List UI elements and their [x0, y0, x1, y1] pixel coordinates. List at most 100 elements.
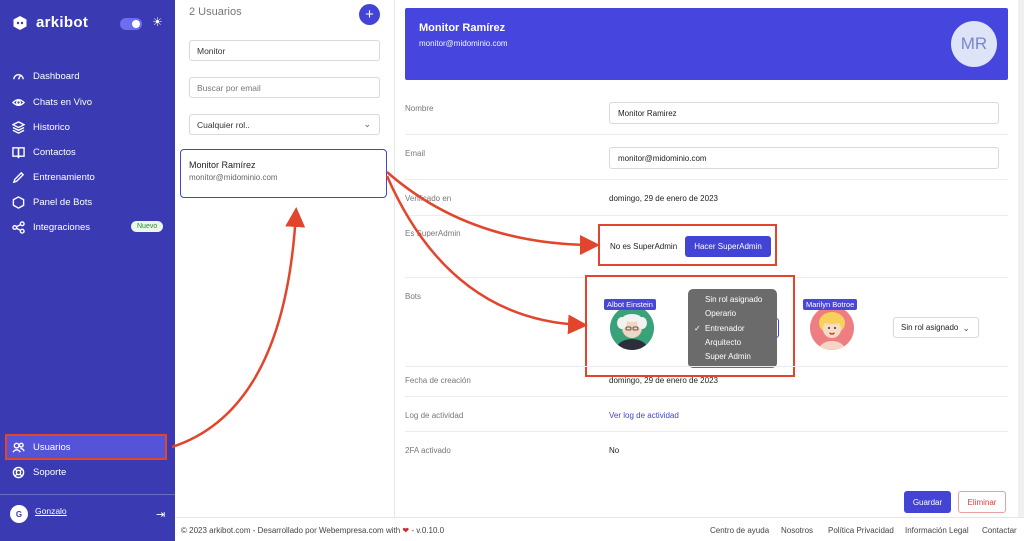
role-option[interactable]: Operario	[688, 307, 777, 321]
sidebar-item-label: Historico	[33, 121, 70, 133]
sidebar-item-label: Panel de Bots	[33, 196, 93, 208]
superadmin-status: No es SuperAdmin	[610, 242, 678, 251]
footer-link-contact[interactable]: Contactar	[982, 526, 1017, 535]
name-filter-input[interactable]: Monitor	[189, 40, 380, 61]
footer-link-about[interactable]: Nosotros	[781, 526, 813, 535]
user-card[interactable]: Monitor Ramírez monitor@midominio.com	[180, 149, 387, 198]
name-field[interactable]: Monitor Ramirez	[609, 102, 999, 124]
footer-link-help[interactable]: Centro de ayuda	[710, 526, 769, 535]
sidebar-item-contactos[interactable]: Contactos	[12, 143, 76, 161]
divider	[405, 179, 1008, 180]
scrollbar[interactable]	[1018, 0, 1024, 517]
role-option[interactable]: Arquitecto	[688, 336, 777, 350]
bot-avatar-marilyn	[810, 306, 854, 350]
logo-icon	[13, 15, 27, 30]
header-email: monitor@midominio.com	[419, 39, 508, 48]
chevron-down-icon: ⌄	[363, 119, 371, 129]
eye-icon	[12, 98, 25, 106]
heart-icon: ❤	[402, 526, 410, 535]
sidebar-item-label: Integraciones	[33, 221, 91, 233]
sidebar-item-chats[interactable]: Chats en Vivo	[12, 93, 92, 111]
role-filter-select[interactable]: Cualquier rol.. ⌄	[189, 114, 380, 135]
app-name: arkibot	[36, 14, 89, 31]
save-button[interactable]: Guardar	[904, 491, 951, 513]
superadmin-highlight: No es SuperAdmin Hacer SuperAdmin	[598, 224, 777, 266]
marilyn-avatar-icon	[810, 306, 854, 350]
field-label: Nombre	[405, 104, 434, 113]
avatar: MR	[951, 21, 997, 67]
users-icon	[12, 442, 25, 453]
book-icon	[12, 146, 25, 158]
hexagon-icon	[12, 195, 25, 209]
user-card-name: Monitor Ramírez	[189, 160, 256, 170]
sidebar-item-entrenamiento[interactable]: Entrenamiento	[12, 168, 95, 186]
add-user-button[interactable]: +	[359, 4, 380, 25]
chevron-down-icon: ⌄	[962, 323, 970, 333]
sidebar-item-usuarios[interactable]: Usuarios	[12, 438, 71, 456]
divider	[405, 431, 1008, 432]
sidebar-item-integraciones[interactable]: Integraciones	[12, 218, 90, 236]
email-search-input[interactable]: Buscar por email	[189, 77, 380, 98]
copyright-text: © 2023 arkibot.com - Desarrollado por We…	[181, 526, 401, 535]
created-date: domingo, 29 de enero de 2023	[609, 376, 718, 385]
sidebar-item-label: Usuarios	[33, 441, 71, 453]
field-label: Es SuperAdmin	[405, 229, 461, 238]
sidebar: arkibot ☀ Dashboard Chats en Vivo Histor…	[0, 0, 175, 541]
sidebar-divider	[0, 494, 175, 495]
current-user[interactable]: G Gonzalo	[10, 505, 67, 523]
make-superadmin-button[interactable]: Hacer SuperAdmin	[685, 236, 771, 257]
verified-date: domingo, 29 de enero de 2023	[609, 194, 718, 203]
user-card-email: monitor@midominio.com	[189, 173, 278, 182]
field-label: Bots	[405, 292, 422, 301]
footer-link-legal[interactable]: Información Legal	[905, 526, 969, 535]
app-logo[interactable]: arkibot	[12, 14, 88, 31]
theme-toggle[interactable]	[120, 18, 142, 30]
bot-role-select[interactable]: Sin rol asignado ⌄	[893, 317, 979, 338]
lifebuoy-icon	[12, 466, 25, 478]
sidebar-item-historico[interactable]: Historico	[12, 118, 70, 136]
sidebar-item-panel-bots[interactable]: Panel de Bots	[12, 193, 92, 211]
sidebar-item-label: Contactos	[33, 146, 76, 158]
footer: © 2023 arkibot.com - Desarrollado por We…	[175, 517, 1024, 541]
user-name[interactable]: Gonzalo	[35, 506, 67, 516]
user-header-card: Monitor Ramírez monitor@midominio.com MR	[405, 8, 1008, 80]
footer-link-privacy[interactable]: Política Privacidad	[828, 526, 894, 535]
layers-icon	[12, 120, 25, 134]
twofa-value: No	[609, 446, 620, 455]
users-list-panel: 2 Usuarios Monitor Buscar por email Cual…	[175, 0, 395, 517]
page-title: Monitor Ramírez	[419, 22, 506, 34]
divider	[405, 215, 1008, 216]
field-label: Email	[405, 149, 426, 158]
field-label: Log de actividad	[405, 411, 464, 420]
field-label: Verificado en	[405, 194, 452, 203]
bot-avatar-einstein	[610, 306, 654, 350]
pencil-icon	[12, 171, 25, 183]
bot-role-value: Sin rol asignado	[901, 323, 959, 332]
sidebar-item-label: Entrenamiento	[33, 171, 95, 183]
divider	[405, 134, 1008, 135]
logout-icon[interactable]: ⇥	[156, 508, 165, 521]
sidebar-item-label: Soporte	[33, 466, 67, 478]
sidebar-item-label: Dashboard	[33, 70, 80, 82]
sidebar-item-label: Chats en Vivo	[33, 96, 92, 108]
role-option[interactable]: Sin rol asignado	[688, 293, 777, 307]
avatar: G	[10, 505, 28, 523]
delete-button[interactable]: Eliminar	[958, 491, 1006, 513]
role-option-selected[interactable]: Entrenador	[688, 322, 777, 337]
users-count: 2 Usuarios	[189, 6, 242, 18]
new-badge: Nuevo	[131, 221, 164, 232]
role-dropdown-menu: Sin rol asignado Operario Entrenador Arq…	[688, 289, 777, 368]
role-option[interactable]: Super Admin	[688, 350, 777, 364]
sidebar-item-soporte[interactable]: Soporte	[12, 463, 66, 481]
divider	[405, 396, 1008, 397]
field-label: 2FA activado	[405, 446, 451, 455]
divider	[405, 366, 1008, 367]
email-field[interactable]: monitor@midominio.com	[609, 147, 999, 169]
share-icon	[12, 220, 25, 234]
bot-name-einstein: Albot Einstein	[604, 299, 656, 310]
activity-log-link[interactable]: Ver log de actividad	[609, 411, 679, 420]
sidebar-item-dashboard[interactable]: Dashboard	[12, 67, 79, 85]
dashboard-icon	[13, 73, 24, 80]
role-filter-value: Cualquier rol..	[197, 119, 250, 130]
sun-icon[interactable]: ☀	[152, 15, 163, 29]
